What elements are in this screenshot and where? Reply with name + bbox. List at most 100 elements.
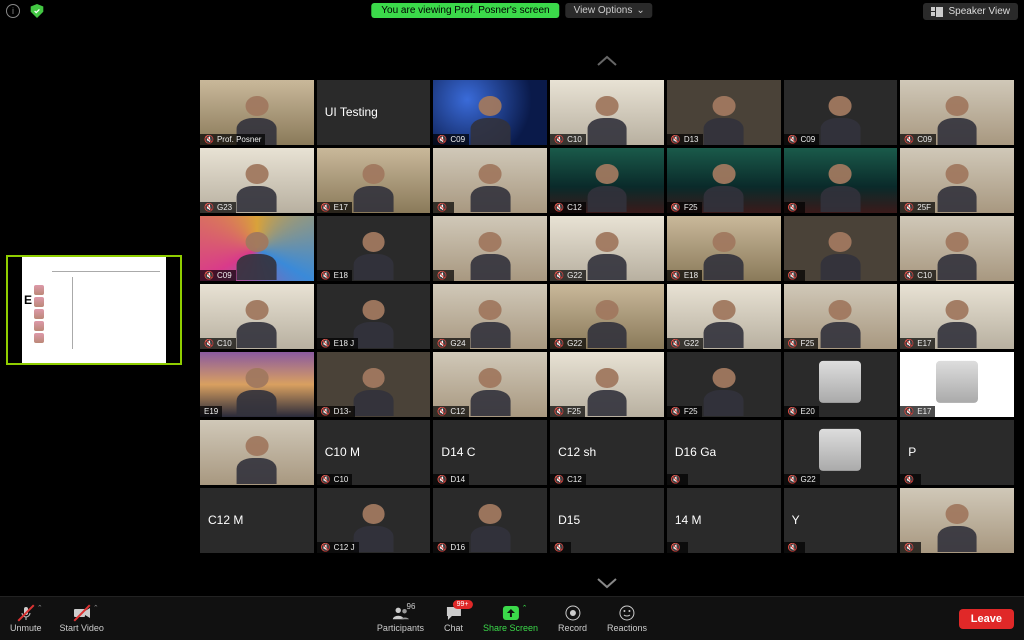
participant-tile[interactable]: C12 M	[200, 488, 314, 553]
participant-tile[interactable]: D14 C🔇D14	[433, 420, 547, 485]
participant-tile[interactable]: 🔇C09	[900, 80, 1014, 145]
record-button[interactable]: Record	[558, 604, 587, 633]
participant-tile[interactable]: 🔇G24	[433, 284, 547, 349]
muted-icon: 🔇	[204, 135, 214, 144]
participant-tile[interactable]: 🔇C12 J	[317, 488, 431, 553]
participant-tile[interactable]: 🔇C09	[433, 80, 547, 145]
participant-tile[interactable]: 🔇E17	[900, 352, 1014, 417]
participant-display-name: D14 C	[441, 445, 475, 459]
participant-tile[interactable]: 🔇	[900, 488, 1014, 553]
participant-tile[interactable]: 🔇C12	[433, 352, 547, 417]
participant-tile[interactable]: 🔇C09	[200, 216, 314, 281]
participants-button[interactable]: 96 Participants	[377, 604, 424, 633]
muted-icon: 🔇	[437, 203, 447, 212]
muted-icon: 🔇	[671, 475, 681, 484]
muted-icon: 🔇	[788, 407, 798, 416]
participant-tile[interactable]: E19	[200, 352, 314, 417]
participant-name-label: 🔇C09	[784, 134, 820, 145]
participant-tile[interactable]: 🔇E17	[900, 284, 1014, 349]
muted-icon: 🔇	[437, 407, 447, 416]
participant-name-label: 🔇E17	[900, 338, 935, 349]
participant-name-label: 🔇G22	[550, 270, 586, 281]
participant-tile[interactable]: 🔇G22	[667, 284, 781, 349]
participant-name-label: 🔇C10	[200, 338, 236, 349]
share-sidebar: E	[0, 24, 190, 596]
view-options-dropdown[interactable]: View Options ⌄	[566, 3, 653, 18]
gallery-page-up[interactable]	[596, 54, 618, 70]
participant-tile[interactable]: 🔇C10	[200, 284, 314, 349]
participant-name-label: 🔇C12	[550, 474, 586, 485]
gallery-page-down[interactable]	[596, 576, 618, 592]
participant-tile[interactable]: 🔇E18 J	[317, 284, 431, 349]
participant-name-label: 🔇G22	[784, 474, 820, 485]
participant-tile[interactable]: 🔇E18	[667, 216, 781, 281]
muted-icon: 🔇	[204, 271, 214, 280]
muted-icon: 🔇	[554, 407, 564, 416]
participant-tile[interactable]: 🔇F25	[550, 352, 664, 417]
participant-tile[interactable]: 🔇F25	[667, 148, 781, 213]
info-icon[interactable]: i	[6, 4, 20, 18]
share-screen-button[interactable]: ⌃ Share Screen	[483, 604, 538, 633]
participant-name-label: 🔇G24	[433, 338, 469, 349]
muted-icon: 🔇	[204, 339, 214, 348]
participant-tile[interactable]: C10 M🔇C10	[317, 420, 431, 485]
participant-tile[interactable]: 🔇	[433, 216, 547, 281]
participant-tile[interactable]: UI Testing	[317, 80, 431, 145]
participant-name-label: 🔇E20	[784, 406, 819, 417]
muted-icon: 🔇	[554, 135, 564, 144]
participant-tile[interactable]: 🔇G22	[784, 420, 898, 485]
chat-button[interactable]: 99+ Chat	[444, 604, 463, 633]
chat-label: Chat	[444, 623, 463, 633]
participant-tile[interactable]: 🔇G23	[200, 148, 314, 213]
participant-tile[interactable]: 🔇D13-	[317, 352, 431, 417]
speaker-view-button[interactable]: Speaker View	[923, 3, 1018, 20]
reactions-button[interactable]: Reactions	[607, 604, 647, 633]
muted-icon: 🔇	[554, 475, 564, 484]
participant-tile[interactable]: D16 Ga🔇	[667, 420, 781, 485]
participant-tile[interactable]: 🔇G22	[550, 284, 664, 349]
shared-screen-thumbnail[interactable]: E	[6, 255, 182, 365]
participant-tile[interactable]: 🔇D13	[667, 80, 781, 145]
participant-tile[interactable]: 🔇C10	[900, 216, 1014, 281]
participant-tile[interactable]: 🔇C10	[550, 80, 664, 145]
participant-tile[interactable]: P🔇	[900, 420, 1014, 485]
participants-label: Participants	[377, 623, 424, 633]
participant-tile[interactable]: C12 sh🔇C12	[550, 420, 664, 485]
participant-tile[interactable]: Y🔇	[784, 488, 898, 553]
unmute-button[interactable]: ⌃ Unmute	[10, 604, 42, 633]
reactions-icon	[618, 604, 636, 622]
leave-button[interactable]: Leave	[959, 609, 1014, 629]
participant-tile[interactable]: D15🔇	[550, 488, 664, 553]
participants-icon: 96	[391, 604, 409, 622]
participant-tile[interactable]: 🔇	[784, 216, 898, 281]
encryption-shield-icon[interactable]	[30, 4, 44, 18]
participant-name-label: 🔇C09	[900, 134, 936, 145]
participant-tile[interactable]: 🔇F25	[784, 284, 898, 349]
participant-name-label: 🔇E18	[667, 270, 702, 281]
muted-icon: 🔇	[671, 203, 681, 212]
participant-tile[interactable]: 🔇E20	[784, 352, 898, 417]
muted-icon: 🔇	[204, 203, 214, 212]
participant-tile[interactable]: 🔇	[433, 148, 547, 213]
participant-tile[interactable]: 🔇C09	[784, 80, 898, 145]
screen-share-banner: You are viewing Prof. Posner's screen	[371, 3, 559, 18]
participant-display-name: C12 M	[208, 513, 243, 527]
microphone-muted-icon: ⌃	[17, 604, 35, 622]
muted-icon: 🔇	[437, 271, 447, 280]
participant-name-label: 🔇C12	[433, 406, 469, 417]
participant-tile[interactable]: 🔇C12	[550, 148, 664, 213]
participant-tile[interactable]: 🔇E17	[317, 148, 431, 213]
participant-tile[interactable]: 14 M🔇	[667, 488, 781, 553]
participant-tile[interactable]: 🔇Prof. Posner	[200, 80, 314, 145]
participant-tile[interactable]: 🔇E18	[317, 216, 431, 281]
speaker-view-label: Speaker View	[948, 6, 1010, 17]
start-video-button[interactable]: ⌃ Start Video	[60, 604, 104, 633]
share-screen-icon: ⌃	[501, 604, 519, 622]
muted-icon: 🔇	[437, 135, 447, 144]
participant-tile[interactable]: 🔇25F	[900, 148, 1014, 213]
participant-tile[interactable]: 🔇G22	[550, 216, 664, 281]
participant-tile[interactable]: 🔇F25	[667, 352, 781, 417]
participant-tile[interactable]: 🔇	[784, 148, 898, 213]
participant-tile[interactable]	[200, 420, 314, 485]
participant-tile[interactable]: 🔇D16	[433, 488, 547, 553]
